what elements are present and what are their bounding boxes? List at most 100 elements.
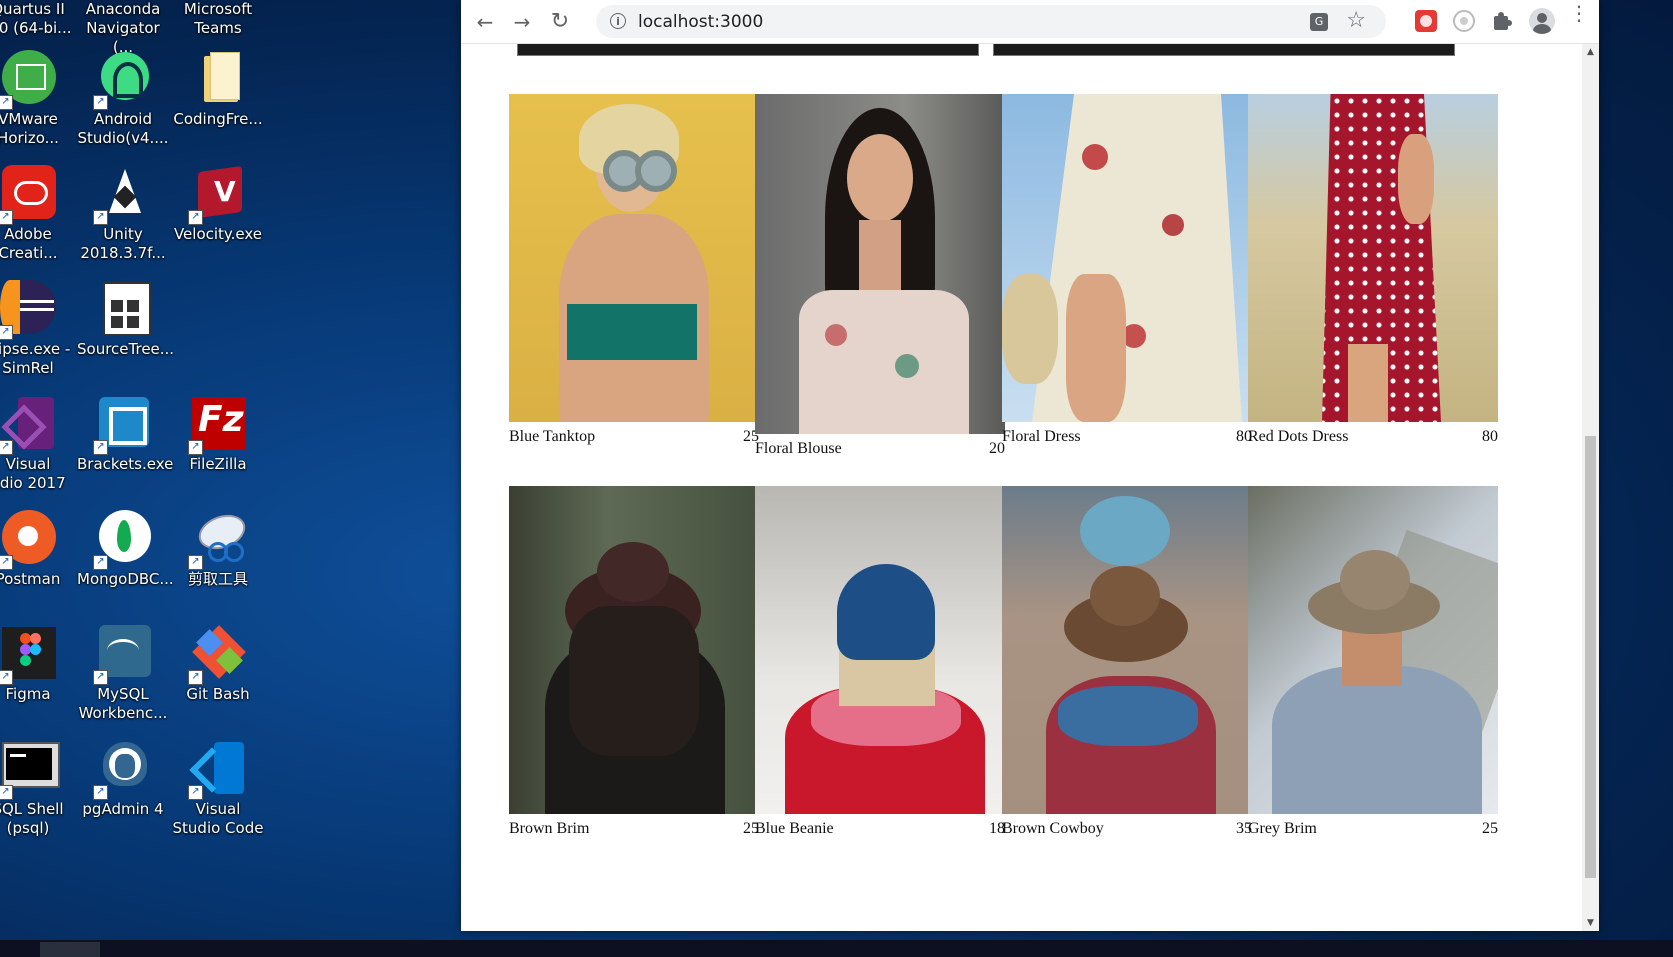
product-image[interactable] [509,486,759,814]
desktop-icon-label: Microsoft Teams [183,0,253,37]
visual-studio-icon: ↗ [0,395,56,455]
adobe-creative-cloud-icon: ↗ [0,165,56,225]
postman-icon: ↗ [0,510,56,570]
address-bar[interactable]: i localhost:3000 G ☆ [596,5,1386,38]
desktop-icon-vscode[interactable]: ↗ Visual Studio Code [172,740,264,838]
desktop-icon-label: Anaconda Navigator (... [85,0,161,56]
desktop-icon-eclipse[interactable]: ↗ clipse.exe - SimRel [0,280,74,378]
desktop-icon-filezilla[interactable]: Fz ↗ FileZilla [172,395,264,474]
android-studio-icon: ↗ [93,50,151,110]
product-card[interactable]: Blue Beanie 18 [755,486,1005,838]
desktop-icon-label: Figma [5,685,51,703]
forward-button[interactable]: → [509,9,535,35]
desktop-icon-snipping-tool[interactable]: ↗ 剪取工具 [172,508,264,589]
desktop-icon-anaconda[interactable]: Anaconda Navigator (... [77,0,169,57]
product-image[interactable] [1002,486,1252,814]
filezilla-icon: Fz ↗ [188,395,246,455]
brackets-icon: ↗ [93,395,151,455]
vmware-horizon-icon: ↗ [0,50,56,110]
product-image[interactable] [1002,94,1252,422]
desktop-icon-label: Android Studio(v4.... [77,110,169,147]
taskbar [0,940,1673,957]
desktop-icon-label: Git Bash [186,685,250,703]
reload-button[interactable]: ↻ [547,9,573,35]
translate-icon[interactable]: G [1310,13,1328,31]
desktop-icon-teams[interactable]: Microsoft Teams [172,0,264,38]
product-card[interactable]: Brown Brim 25 [509,486,759,838]
product-image[interactable] [755,486,1005,814]
desktop-icon-mysql[interactable]: ↗ MySQL Workbenc... [77,625,169,723]
desktop-icon-label: MongoDBC... [77,570,174,588]
mysql-workbench-icon: ↗ [93,625,151,685]
desktop-icon-adobe-creative[interactable]: ↗ Adobe Creati... [0,165,74,263]
product-name: Brown Brim [509,820,590,837]
product-name: Blue Tanktop [509,428,596,445]
desktop-icon-label: SQL Shell (psql) [0,800,64,837]
desktop-icon-velocity[interactable]: V ↗ Velocity.exe [172,165,264,244]
desktop-icon-label: clipse.exe - SimRel [0,340,71,377]
previous-section-image [993,44,1455,56]
desktop-icon-postman[interactable]: ↗ Postman [0,510,74,589]
scroll-up-arrow-icon[interactable]: ▲ [1582,44,1599,60]
desktop-icon-label: Unity 2018.3.7f... [80,225,166,262]
product-card[interactable]: Floral Blouse 20 [755,94,1005,458]
product-name: Red Dots Dress [1248,428,1349,445]
scrollbar-thumb[interactable] [1585,436,1596,878]
vertical-scrollbar[interactable]: ▲ ▼ [1582,44,1599,931]
extension-red-icon[interactable] [1415,10,1437,32]
product-name: Brown Cowboy [1002,820,1104,837]
desktop-icon-pgadmin[interactable]: ↗ pgAdmin 4 [77,740,169,819]
taskbar-item[interactable] [40,942,100,957]
desktop-icon-mongodb[interactable]: ↗ MongoDBC... [77,510,174,589]
desktop-icon-sourcetree[interactable]: SourceTree... [77,280,174,359]
product-card[interactable]: Brown Cowboy 35 [1002,486,1252,838]
back-button[interactable]: ← [472,9,498,35]
scissors-icon: ↗ [188,508,251,570]
desktop-icon-unity[interactable]: ↗ Unity 2018.3.7f... [77,165,169,263]
extensions-puzzle-icon[interactable] [1491,10,1513,32]
desktop-icon-label: 剪取工具 [187,570,248,588]
postgres-elephant-icon: ↗ [93,740,151,800]
scroll-down-arrow-icon[interactable]: ▼ [1582,915,1599,931]
figma-icon: ↗ [0,625,56,685]
desktop: Quartus II 3.0 (64-bi... Anaconda Naviga… [0,0,462,940]
page-viewport: Blue Tanktop 25 Floral Blouse 20 Floral … [461,44,1581,931]
desktop-icon-android-studio[interactable]: ↗ Android Studio(v4.... [77,50,169,148]
desktop-icon-label: Brackets.exe [77,455,174,473]
extension-lens-icon[interactable] [1453,10,1475,32]
desktop-icon-figma[interactable]: ↗ Figma [0,625,74,704]
product-name: Floral Blouse [755,440,842,457]
product-image[interactable] [755,94,1005,434]
desktop-icon-quartus[interactable]: Quartus II 3.0 (64-bi... [0,0,74,38]
browser-window: ← → ↻ i localhost:3000 G ☆ ⋮ Blue Tankto… [461,0,1599,931]
desktop-icon-label: Visual udio 2017 [0,455,66,492]
unity-icon: ↗ [93,165,151,225]
product-card[interactable]: Red Dots Dress 80 [1248,94,1498,446]
desktop-icon-brackets[interactable]: ↗ Brackets.exe [77,395,174,474]
browser-menu-icon[interactable]: ⋮ [1569,3,1589,23]
desktop-icon-vmware[interactable]: ↗ VMware Horizo... [0,50,74,148]
velocity-icon: V ↗ [188,165,246,225]
product-image[interactable] [509,94,759,422]
bookmark-star-icon[interactable]: ☆ [1346,8,1366,33]
product-card[interactable]: Blue Tanktop 25 [509,94,759,446]
browser-toolbar: ← → ↻ i localhost:3000 G ☆ ⋮ [461,0,1599,44]
desktop-icon-label: Quartus II 3.0 (64-bi... [0,0,72,37]
eclipse-icon: ↗ [0,280,56,340]
url-text[interactable]: localhost:3000 [638,12,763,32]
product-card[interactable]: Floral Dress 80 [1002,94,1252,446]
product-card[interactable]: Grey Brim 25 [1248,486,1498,838]
site-info-icon[interactable]: i [610,13,626,29]
desktop-icon-label: FileZilla [189,455,247,473]
profile-avatar-icon[interactable] [1529,8,1555,34]
desktop-icon-visual-studio[interactable]: ↗ Visual udio 2017 [0,395,74,493]
product-name: Blue Beanie [755,820,834,837]
product-image[interactable] [1248,486,1498,814]
desktop-icon-label: MySQL Workbenc... [78,685,168,722]
desktop-icon-sql-shell[interactable]: ↗ SQL Shell (psql) [0,740,74,838]
desktop-icon-label: Postman [0,570,61,588]
product-image[interactable] [1248,94,1498,422]
desktop-icon-codingfre[interactable]: CodingFre... [172,50,264,129]
previous-section-image [517,44,979,56]
desktop-icon-git-bash[interactable]: ↗ Git Bash [172,625,264,704]
